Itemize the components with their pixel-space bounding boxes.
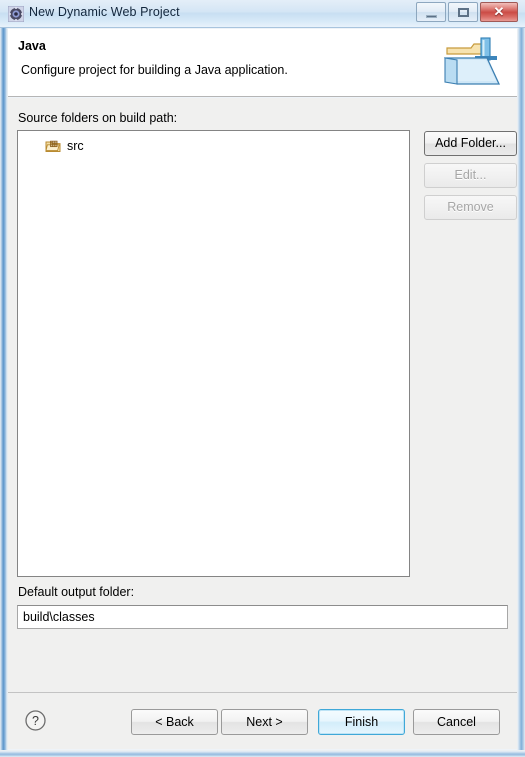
title-bar: New Dynamic Web Project ✕: [0, 0, 525, 28]
source-folders-label: Source folders on build path:: [18, 111, 178, 125]
list-item[interactable]: src: [45, 137, 84, 155]
default-output-folder-input[interactable]: [17, 605, 508, 629]
svg-text:?: ?: [32, 714, 39, 728]
wizard-header: Java Configure project for building a Ja…: [8, 29, 517, 97]
window-title: New Dynamic Web Project: [29, 5, 180, 19]
close-button[interactable]: ✕: [480, 2, 518, 22]
cancel-button[interactable]: Cancel: [413, 709, 500, 735]
next-button[interactable]: Next >: [221, 709, 308, 735]
back-button[interactable]: < Back: [131, 709, 218, 735]
source-folder-icon: [45, 138, 61, 154]
list-item-label: src: [67, 139, 84, 153]
window-border-bottom: [0, 750, 525, 757]
close-icon: ✕: [493, 4, 505, 19]
dialog-button-bar: ? < Back Next > Finish Cancel: [8, 692, 517, 749]
window-border-left: [0, 0, 8, 757]
finish-button[interactable]: Finish: [318, 709, 405, 735]
maximize-icon: [458, 8, 469, 17]
eclipse-wizard-icon: [7, 5, 25, 23]
window-border-right: [517, 0, 525, 757]
help-question-icon[interactable]: ?: [24, 709, 47, 732]
edit-button: Edit...: [424, 163, 517, 188]
source-folders-list[interactable]: src: [17, 130, 410, 577]
minimize-icon: [426, 15, 437, 18]
remove-button: Remove: [424, 195, 517, 220]
minimize-button[interactable]: [416, 2, 446, 22]
page-description: Configure project for building a Java ap…: [21, 63, 288, 77]
add-folder-button[interactable]: Add Folder...: [424, 131, 517, 156]
dialog-body: Source folders on build path: src Add Fo…: [8, 98, 517, 692]
page-title: Java: [18, 39, 46, 53]
maximize-button[interactable]: [448, 2, 478, 22]
java-build-path-folder-icon: [441, 34, 503, 92]
dialog-window: New Dynamic Web Project ✕ Java Configure…: [0, 0, 525, 757]
default-output-folder-label: Default output folder:: [18, 585, 135, 599]
